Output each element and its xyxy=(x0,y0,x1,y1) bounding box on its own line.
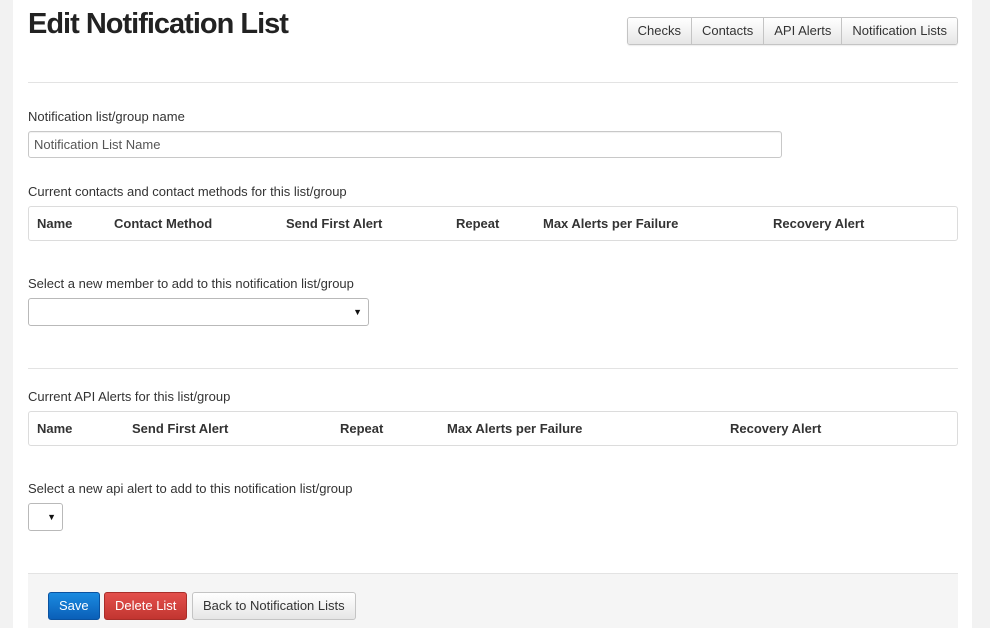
page-title: Edit Notification List xyxy=(28,8,289,40)
nav-api-alerts-button[interactable]: API Alerts xyxy=(764,18,843,44)
save-button[interactable]: Save xyxy=(48,592,100,620)
section-divider xyxy=(28,368,958,369)
api-col-send-first-alert: Send First Alert xyxy=(132,421,229,436)
header-divider xyxy=(28,82,958,83)
contacts-col-repeat: Repeat xyxy=(456,216,500,231)
nav-notification-lists-button[interactable]: Notification Lists xyxy=(842,18,957,44)
chevron-down-icon: ▼ xyxy=(353,307,362,317)
nav-contacts-button[interactable]: Contacts xyxy=(691,18,765,44)
contacts-col-contact-method: Contact Method xyxy=(114,216,213,231)
contacts-col-max-alerts: Max Alerts per Failure xyxy=(543,216,679,231)
api-section-label: Current API Alerts for this list/group xyxy=(28,389,231,404)
list-name-label: Notification list/group name xyxy=(28,109,185,124)
api-select-label: Select a new api alert to add to this no… xyxy=(28,481,353,496)
chevron-down-icon: ▼ xyxy=(47,512,56,522)
member-select-label: Select a new member to add to this notif… xyxy=(28,276,354,291)
api-col-max-alerts: Max Alerts per Failure xyxy=(447,421,583,436)
nav-checks-button[interactable]: Checks xyxy=(627,18,692,44)
delete-list-button[interactable]: Delete List xyxy=(104,592,188,620)
contacts-col-name: Name xyxy=(37,216,73,231)
nav-button-group: Checks Contacts API Alerts Notification … xyxy=(626,17,958,45)
contacts-col-recovery-alert: Recovery Alert xyxy=(773,216,865,231)
api-col-recovery-alert: Recovery Alert xyxy=(730,421,822,436)
contacts-table-header: Name Contact Method Send First Alert Rep… xyxy=(28,206,958,241)
api-col-repeat: Repeat xyxy=(340,421,384,436)
contacts-section-label: Current contacts and contact methods for… xyxy=(28,184,347,199)
api-alert-select[interactable]: ▼ xyxy=(28,503,63,531)
page: Edit Notification List Checks Contacts A… xyxy=(13,0,972,628)
contacts-col-send-first-alert: Send First Alert xyxy=(286,216,383,231)
api-col-name: Name xyxy=(37,421,73,436)
list-name-input[interactable] xyxy=(28,131,782,158)
back-to-notification-lists-button[interactable]: Back to Notification Lists xyxy=(192,592,356,620)
api-table-header: Name Send First Alert Repeat Max Alerts … xyxy=(28,411,958,446)
form-actions: Save Delete List Back to Notification Li… xyxy=(28,573,958,628)
member-select[interactable]: ▼ xyxy=(28,298,369,326)
